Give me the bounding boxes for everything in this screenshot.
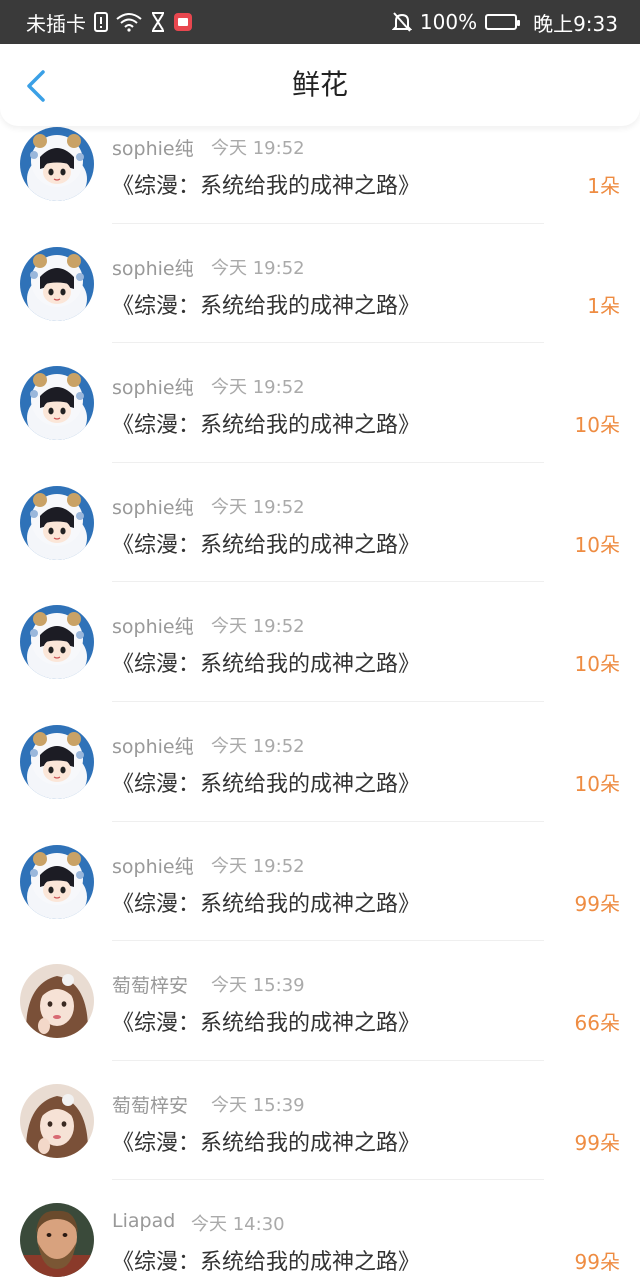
book-title[interactable]: 《综漫：系统给我的成神之路》 xyxy=(112,1005,420,1037)
user-name[interactable]: sophie纯 xyxy=(112,732,194,759)
avatar[interactable] xyxy=(20,964,94,1039)
book-title[interactable]: 《综漫：系统给我的成神之路》 xyxy=(112,407,420,439)
list-item[interactable]: sophie纯 今天 19:52 《综漫：系统给我的成神之路》 10朵 xyxy=(0,582,640,702)
hourglass-icon xyxy=(150,12,166,32)
user-name[interactable]: sophie纯 xyxy=(112,134,194,161)
avatar[interactable] xyxy=(20,485,94,560)
timestamp: 今天 19:52 xyxy=(211,496,305,518)
flower-record-list-inner: sophie纯 今天 19:52 《综漫：系统给我的成神之路》 1朵 sophie纯今… xyxy=(0,104,640,1280)
user-name[interactable]: sophie纯 xyxy=(112,852,194,879)
timestamp: 今天 15:39 xyxy=(211,975,305,997)
battery-percent: 100% xyxy=(419,10,478,34)
avatar[interactable] xyxy=(20,844,94,919)
book-title[interactable]: 《综漫：系统给我的成神之路》 xyxy=(112,168,420,200)
flower-record-list[interactable]: sophie纯 今天 19:52 《综漫：系统给我的成神之路》 1朵 sophie纯今… xyxy=(0,44,640,1280)
avatar[interactable] xyxy=(20,1083,94,1158)
book-title[interactable]: 《综漫：系统给我的成神之路》 xyxy=(112,886,420,918)
page-title: 鲜花 xyxy=(291,68,348,101)
avatar[interactable] xyxy=(20,724,94,799)
avatar[interactable] xyxy=(20,127,94,201)
user-name[interactable]: Liapad xyxy=(112,1210,175,1232)
user-name[interactable]: sophie纯 xyxy=(112,493,194,520)
clock-time: 晚上9:33 xyxy=(533,11,618,36)
book-title[interactable]: 《综漫：系统给我的成神之路》 xyxy=(112,527,420,559)
flower-count: 1朵 xyxy=(587,293,620,318)
nav-header: 鲜花 xyxy=(0,44,640,126)
timestamp: 今天 15:39 xyxy=(211,1094,305,1116)
flower-count: 10朵 xyxy=(574,771,620,796)
timestamp: 今天 19:52 xyxy=(211,377,305,399)
timestamp: 今天 19:52 xyxy=(211,735,305,757)
list-item[interactable]: sophie纯 今天 19:52 《综漫：系统给我的成神之路》 10朵 xyxy=(0,463,640,583)
list-item[interactable]: 萄萄梓安 今天 15:39 《综漫：系统给我的成神之路》 66朵 xyxy=(0,941,640,1061)
avatar[interactable] xyxy=(20,246,94,321)
user-name[interactable]: sophie纯 xyxy=(112,254,194,281)
avatar[interactable] xyxy=(20,1203,94,1278)
sim-alert-icon xyxy=(94,12,108,32)
book-title[interactable]: 《综漫：系统给我的成神之路》 xyxy=(112,1125,420,1157)
flower-count: 99朵 xyxy=(574,1130,620,1155)
timestamp: 今天 19:52 xyxy=(211,138,305,159)
list-item[interactable]: sophie纯 今天 19:52 《综漫：系统给我的成神之路》 10朵 xyxy=(0,702,640,822)
flower-count: 10朵 xyxy=(574,413,620,438)
list-item[interactable]: Liapad 今天 14:30 《综漫：系统给我的成神之路》 99朵 xyxy=(0,1180,640,1280)
flower-count: 10朵 xyxy=(574,532,620,557)
list-item[interactable]: 萄萄梓安 今天 15:39 《综漫：系统给我的成神之路》 99朵 xyxy=(0,1061,640,1181)
book-title[interactable]: 《综漫：系统给我的成神之路》 xyxy=(112,766,420,798)
book-title[interactable]: 《综漫：系统给我的成神之路》 xyxy=(112,646,420,678)
user-name[interactable]: sophie纯 xyxy=(112,373,194,400)
timestamp: 今天 19:52 xyxy=(211,616,305,638)
flower-count: 66朵 xyxy=(574,1011,620,1036)
flower-count: 10朵 xyxy=(574,652,620,677)
book-title[interactable]: 《综漫：系统给我的成神之路》 xyxy=(112,288,420,320)
user-name[interactable]: sophie纯 xyxy=(112,612,194,639)
flower-count: 99朵 xyxy=(574,1250,620,1275)
avatar[interactable] xyxy=(20,605,94,680)
battery-icon xyxy=(485,14,521,30)
avatar[interactable] xyxy=(20,366,94,441)
list-item[interactable]: sophie纯 今天 19:52 《综漫：系统给我的成神之路》 99朵 xyxy=(0,822,640,942)
wifi-icon xyxy=(116,12,142,32)
list-item[interactable]: sophie纯 今天 19:52 《综漫：系统给我的成神之路》 10朵 xyxy=(0,343,640,463)
status-bar: 未插卡 100% 晚上9:33 xyxy=(0,0,640,44)
timestamp: 今天 14:30 xyxy=(191,1214,285,1236)
flower-count: 99朵 xyxy=(574,891,620,916)
list-item[interactable]: sophie纯 今天 19:52 《综漫：系统给我的成神之路》 1朵 xyxy=(0,224,640,344)
sim-status-text: 未插卡 xyxy=(26,11,86,36)
user-name[interactable]: 萄萄梓安 xyxy=(112,971,188,998)
app-notification-icon xyxy=(174,13,192,31)
timestamp: 今天 19:52 xyxy=(211,257,305,279)
user-name[interactable]: 萄萄梓安 xyxy=(112,1091,188,1118)
book-title[interactable]: 《综漫：系统给我的成神之路》 xyxy=(112,1244,420,1276)
bell-off-icon xyxy=(391,11,412,33)
flower-count: 1朵 xyxy=(587,174,620,198)
timestamp: 今天 19:52 xyxy=(211,855,305,877)
